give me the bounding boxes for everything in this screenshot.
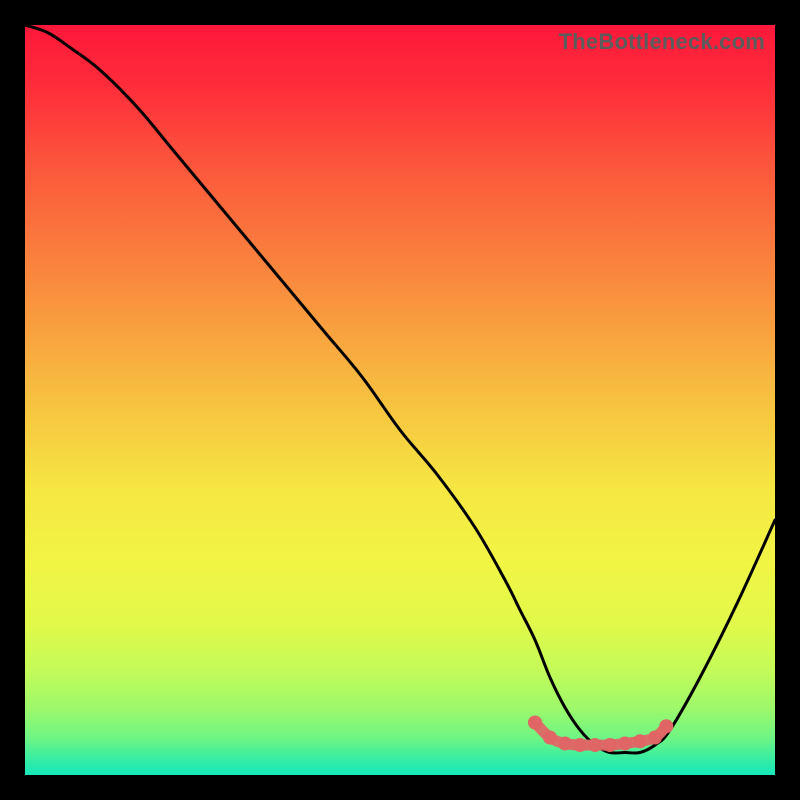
chart-canvas (25, 25, 775, 775)
watermark-text: TheBottleneck.com (559, 29, 765, 55)
gradient-background (25, 25, 775, 775)
chart-frame: TheBottleneck.com (25, 25, 775, 775)
